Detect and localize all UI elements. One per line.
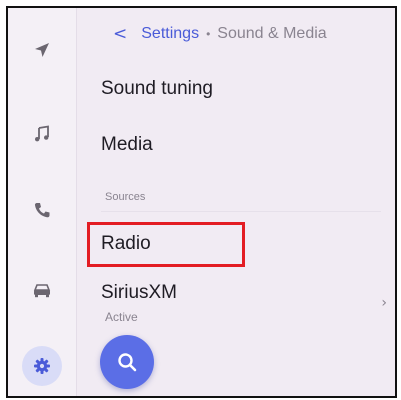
breadcrumb-settings-link[interactable]: Settings <box>141 25 199 43</box>
siriusxm-status: Active <box>105 310 138 324</box>
breadcrumb-current-page: Sound & Media <box>217 25 327 42</box>
phone-icon <box>34 203 50 218</box>
car-icon <box>33 284 51 298</box>
list-item-siriusxm[interactable]: SiriusXM <box>101 282 177 304</box>
list-item-media[interactable]: Media <box>101 134 153 156</box>
search-button[interactable] <box>100 335 154 389</box>
chevron-right-icon: › <box>381 295 387 311</box>
nav-rail <box>8 8 77 396</box>
nav-rail-phone[interactable] <box>22 190 62 230</box>
section-divider <box>101 211 381 212</box>
music-note-icon <box>35 125 49 142</box>
nav-rail-navigation[interactable] <box>22 30 62 70</box>
navigation-icon <box>35 43 49 57</box>
back-chevron-icon[interactable]: < <box>113 24 127 44</box>
breadcrumb: < Settings • Sound & Media <box>113 24 327 44</box>
infotainment-screen: < Settings • Sound & Media Sound tuning … <box>6 6 397 398</box>
nav-rail-music[interactable] <box>22 114 62 154</box>
nav-rail-vehicle[interactable] <box>22 270 62 310</box>
list-item-sound-tuning[interactable]: Sound tuning <box>101 78 213 100</box>
settings-gear-icon <box>34 358 50 374</box>
nav-rail-settings[interactable] <box>22 346 62 386</box>
breadcrumb-separator: • <box>206 27 211 41</box>
search-icon <box>118 353 137 372</box>
section-header-sources: Sources <box>105 191 146 203</box>
settings-list-panel: < Settings • Sound & Media Sound tuning … <box>77 8 395 396</box>
radio-highlight-box <box>87 222 245 267</box>
